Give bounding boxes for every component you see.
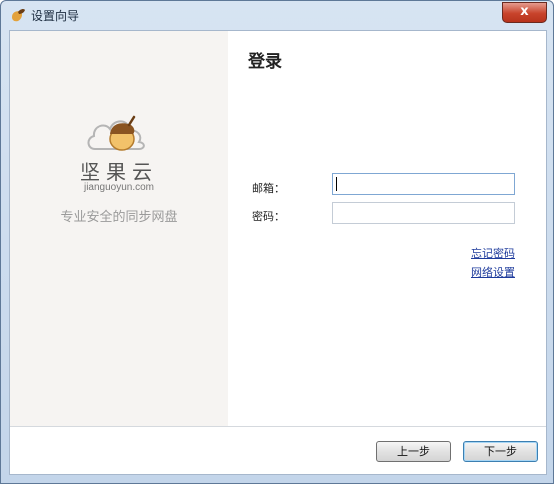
app-acorn-icon <box>12 8 25 22</box>
close-button[interactable]: x <box>502 2 547 23</box>
brand-name: 坚果云 <box>80 160 158 184</box>
setup-wizard-window: 设置向导 x 坚果云 jianguoyun.com 专业安全的同步网盘 登录 邮… <box>0 0 554 484</box>
brand-panel: 坚果云 jianguoyun.com 专业安全的同步网盘 <box>10 31 228 426</box>
wizard-content: 坚果云 jianguoyun.com 专业安全的同步网盘 登录 邮箱： 密码： … <box>9 30 547 475</box>
title-bar[interactable]: 设置向导 x <box>1 1 553 29</box>
password-label: 密码： <box>252 210 285 223</box>
email-input[interactable] <box>332 173 515 195</box>
password-input[interactable] <box>332 202 515 224</box>
page-title: 登录 <box>248 52 282 72</box>
nut-cloud-logo-icon <box>87 115 145 151</box>
forgot-password-link[interactable]: 忘记密码 <box>471 245 515 261</box>
next-button[interactable]: 下一步 <box>463 441 538 462</box>
email-label: 邮箱： <box>252 182 285 195</box>
network-settings-link[interactable]: 网络设置 <box>471 264 515 280</box>
footer-bar: 上一步 下一步 <box>10 427 546 474</box>
window-title: 设置向导 <box>31 9 80 23</box>
brand-slogan: 专业安全的同步网盘 <box>60 210 178 225</box>
brand-url: jianguoyun.com <box>83 182 155 193</box>
back-button[interactable]: 上一步 <box>376 441 451 462</box>
text-caret <box>336 177 337 191</box>
